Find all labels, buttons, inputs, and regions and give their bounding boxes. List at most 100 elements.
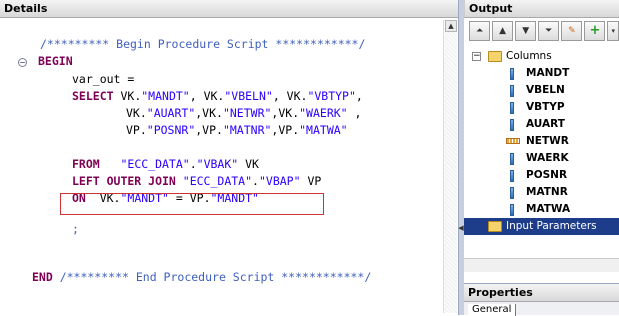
code-line: LEFT OUTER JOIN "ECC_DATA"."VBAP" VP (72, 173, 321, 189)
code-token: VP. (126, 123, 147, 137)
highlight-box (60, 193, 324, 215)
column-label: NETWR (526, 135, 569, 147)
folder-open-icon (488, 221, 502, 232)
tree-node-column[interactable]: AUART (464, 116, 619, 133)
output-toolbar: ⏶ ▲ ▼ ⏷ ✎ + ▾ (464, 21, 619, 43)
code-token: VK. (126, 106, 147, 120)
code-token: "AUART" (146, 106, 196, 120)
code-token: VP (300, 174, 322, 188)
code-token: "MATNR" (222, 123, 272, 137)
column-label: MATWA (526, 203, 571, 215)
output-title: Output (464, 0, 619, 18)
code-token: , VK. (189, 89, 225, 103)
code-token: ,VK. (195, 106, 223, 120)
attribute-icon (510, 153, 514, 165)
add-button[interactable]: + (584, 21, 606, 41)
code-line: /********* Begin Procedure Script ******… (40, 36, 365, 52)
dropdown-arrow-icon[interactable]: ▾ (607, 21, 619, 41)
code-line: FROM "ECC_DATA"."VBAK" VK (72, 156, 259, 172)
tab-general[interactable]: General (468, 304, 517, 316)
code-token: LEFT OUTER JOIN (72, 174, 183, 188)
code-token: VK. (120, 89, 142, 103)
vertical-scrollbar[interactable]: ▲ (443, 20, 457, 313)
column-label: AUART (526, 118, 565, 130)
code-line: ; (72, 221, 79, 237)
column-label: WAERK (526, 152, 569, 164)
details-title: Details (0, 0, 459, 18)
attribute-icon (510, 68, 514, 80)
collapse-icon[interactable]: − (472, 52, 481, 61)
column-label: MATNR (526, 186, 568, 198)
code-line: VK."AUART",VK."NETWR",VK."WAERK" , (126, 105, 361, 121)
column-label: VBTYP (526, 101, 565, 113)
code-token: , (355, 89, 363, 103)
tree-node-column[interactable]: POSNR (464, 167, 619, 184)
code-token: BEGIN (38, 54, 73, 68)
code-line: END /********* End Procedure Script ****… (32, 269, 371, 285)
code-token: VK (238, 157, 259, 171)
attribute-icon (510, 119, 514, 131)
code-line: var_out = (72, 71, 134, 87)
column-label: VBELN (526, 84, 565, 96)
columns-label: Columns (506, 50, 552, 62)
move-top-button[interactable]: ⏶ (469, 21, 491, 41)
code-token: . (189, 157, 197, 171)
code-token: "NETWR" (222, 106, 272, 120)
code-token: "VBAP" (258, 174, 301, 188)
properties-panel: Properties General (464, 283, 619, 316)
tree-node-column[interactable]: MATWA (464, 201, 619, 218)
editor-gutter: − (0, 18, 30, 315)
code-line: BEGIN (38, 53, 73, 69)
code-token: "VBTYP" (307, 89, 356, 103)
code-token: SELECT (72, 89, 121, 103)
move-up-button[interactable]: ▲ (492, 21, 514, 41)
code-line: SELECT VK."MANDT", VK."VBELN", VK."VBTYP… (72, 88, 363, 104)
code-token: , (347, 106, 362, 120)
tree-node-column[interactable]: VBELN (464, 82, 619, 99)
code-token: "ECC_DATA" (182, 174, 253, 188)
scroll-up-icon[interactable]: ▲ (445, 20, 457, 32)
move-down-button[interactable]: ▼ (515, 21, 537, 41)
attribute-icon (510, 170, 514, 182)
tree-node-column[interactable]: VBTYP (464, 99, 619, 116)
code-token: /********* End Procedure Script ********… (59, 270, 372, 284)
attribute-icon (510, 85, 514, 97)
code-token: "VBAK" (196, 157, 239, 171)
measure-icon (506, 138, 520, 144)
details-panel: Details − /********* Begin Procedure Scr… (0, 0, 460, 315)
attribute-icon (510, 204, 514, 216)
input-parameters-label: Input Parameters (506, 220, 597, 232)
edit-button[interactable]: ✎ (561, 21, 583, 41)
collapse-icon[interactable]: − (18, 58, 27, 67)
code-token: "VBELN" (224, 89, 273, 103)
script-editor[interactable]: − /********* Begin Procedure Script ****… (0, 18, 459, 315)
code-token: "POSNR" (146, 123, 196, 137)
tree-node-column[interactable]: MANDT (464, 65, 619, 82)
attribute-icon (510, 102, 514, 114)
code-token: "MANDT" (141, 89, 190, 103)
code-token: ,VP. (195, 123, 223, 137)
column-label: POSNR (526, 169, 568, 181)
code-token: ,VP. (271, 123, 300, 137)
code-token: "WAERK" (299, 106, 348, 120)
code-token: ; (72, 222, 79, 236)
tree-node-column[interactable]: NETWR (464, 133, 619, 150)
tree-node-column[interactable]: WAERK (464, 150, 619, 167)
horizontal-scrollbar[interactable] (464, 258, 619, 272)
output-panel: Output ⏶ ▲ ▼ ⏷ ✎ + ▾ − Columns MANDT VBELN VBTYP… (464, 0, 619, 283)
code-token: /********* Begin Procedure Script ******… (40, 37, 366, 51)
code-token: "ECC_DATA" (120, 157, 190, 171)
output-tree: − Columns MANDT VBELN VBTYP AUART NETWR WAERK… (464, 48, 619, 235)
folder-icon (488, 51, 502, 62)
code-token: var_out = (72, 72, 135, 86)
code-token: "MATWA" (299, 123, 348, 137)
tree-node-columns[interactable]: − Columns (464, 48, 619, 65)
tree-node-input-parameters[interactable]: Input Parameters (464, 218, 619, 235)
tree-node-column[interactable]: MATNR (464, 184, 619, 201)
code-token: END (32, 270, 60, 284)
move-bottom-button[interactable]: ⏷ (538, 21, 560, 41)
code-token: . (252, 174, 259, 188)
code-token: ,VK. (271, 106, 300, 120)
code-line: VP."POSNR",VP."MATNR",VP."MATWA" (126, 122, 348, 138)
properties-title: Properties (464, 284, 619, 302)
